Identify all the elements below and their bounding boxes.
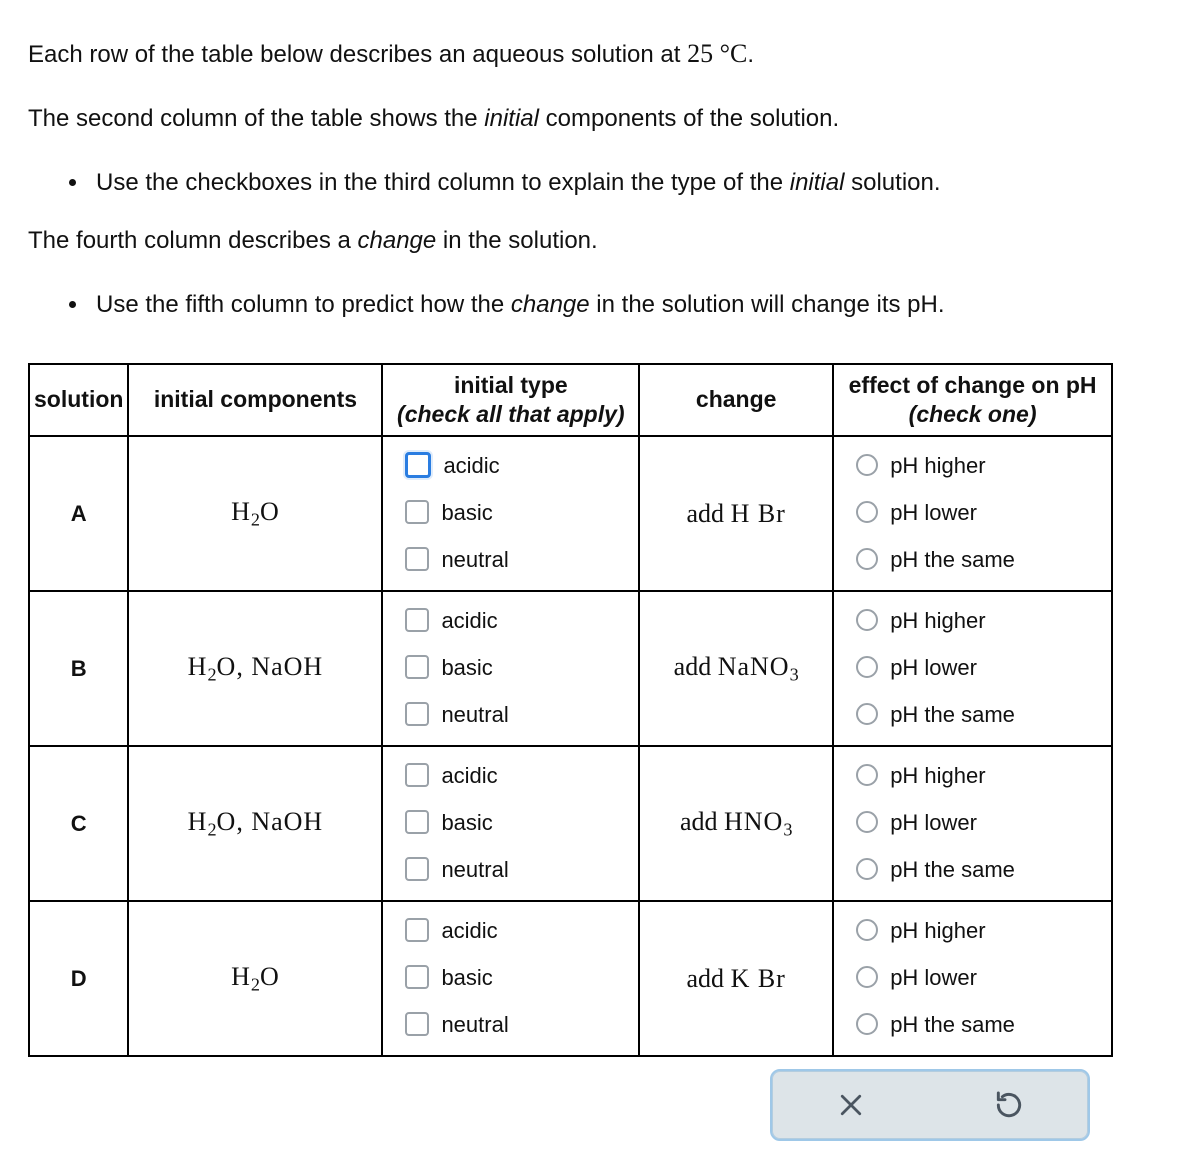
th-type-main: initial type bbox=[454, 372, 568, 398]
close-icon[interactable] bbox=[836, 1090, 866, 1120]
radio-A-lower[interactable] bbox=[856, 501, 878, 523]
instr-bullet2b: in the solution will change its pH. bbox=[590, 291, 945, 318]
checkbox-B-neutral[interactable] bbox=[405, 702, 429, 726]
label-same: pH the same bbox=[890, 853, 1015, 886]
radio-A-higher[interactable] bbox=[856, 454, 878, 476]
table-row: B H2O, NaOH acidic basic neutral add NaN… bbox=[29, 591, 1112, 746]
label-acidic: acidic bbox=[441, 604, 497, 637]
th-solution: solution bbox=[29, 364, 128, 436]
solution-id-C: C bbox=[29, 746, 128, 901]
undo-icon[interactable] bbox=[993, 1089, 1025, 1121]
checkbox-B-acidic[interactable] bbox=[405, 608, 429, 632]
instr-bullet1-italic: initial bbox=[790, 169, 845, 196]
label-lower: pH lower bbox=[890, 496, 977, 529]
th-effect: effect of change on pH (check one) bbox=[833, 364, 1112, 436]
radio-B-lower[interactable] bbox=[856, 656, 878, 678]
th-effect-sub: (check one) bbox=[838, 400, 1107, 429]
checkbox-D-neutral[interactable] bbox=[405, 1012, 429, 1036]
checkbox-C-basic[interactable] bbox=[405, 810, 429, 834]
components-A: H2O bbox=[128, 436, 382, 591]
instr-line3a: The fourth column describes a bbox=[28, 227, 358, 254]
solution-table: solution initial components initial type… bbox=[28, 363, 1113, 1057]
checkbox-A-neutral[interactable] bbox=[405, 547, 429, 571]
instr-bullet1a: Use the checkboxes in the third column t… bbox=[96, 169, 790, 196]
label-basic: basic bbox=[441, 806, 492, 839]
th-components: initial components bbox=[128, 364, 382, 436]
instr-bullet2-italic: change bbox=[511, 291, 590, 318]
change-C: add HNO3 bbox=[639, 746, 833, 901]
radio-B-same[interactable] bbox=[856, 703, 878, 725]
label-same: pH the same bbox=[890, 543, 1015, 576]
label-acidic: acidic bbox=[443, 449, 499, 482]
instr-line3b: in the solution. bbox=[436, 227, 597, 254]
th-type: initial type (check all that apply) bbox=[382, 364, 639, 436]
instr-line2a: The second column of the table shows the bbox=[28, 105, 484, 132]
instr-bullet2a: Use the fifth column to predict how the bbox=[96, 291, 511, 318]
label-basic: basic bbox=[441, 651, 492, 684]
radio-C-lower[interactable] bbox=[856, 811, 878, 833]
instr-bullet1b: solution. bbox=[844, 169, 940, 196]
label-basic: basic bbox=[441, 496, 492, 529]
radio-C-same[interactable] bbox=[856, 858, 878, 880]
checkbox-A-acidic[interactable] bbox=[405, 452, 431, 478]
label-neutral: neutral bbox=[441, 543, 508, 576]
radio-A-same[interactable] bbox=[856, 548, 878, 570]
label-lower: pH lower bbox=[890, 806, 977, 839]
th-change: change bbox=[639, 364, 833, 436]
change-B: add NaNO3 bbox=[639, 591, 833, 746]
table-row: D H2O acidic basic neutral add K Br pH h… bbox=[29, 901, 1112, 1056]
checkbox-A-basic[interactable] bbox=[405, 500, 429, 524]
instr-line1a: Each row of the table below describes an… bbox=[28, 41, 687, 68]
components-D: H2O bbox=[128, 901, 382, 1056]
checkbox-C-acidic[interactable] bbox=[405, 763, 429, 787]
label-basic: basic bbox=[441, 961, 492, 994]
radio-D-same[interactable] bbox=[856, 1013, 878, 1035]
table-row: C H2O, NaOH acidic basic neutral add HNO… bbox=[29, 746, 1112, 901]
components-B: H2O, NaOH bbox=[128, 591, 382, 746]
instr-line1-temp: 25 °C bbox=[687, 39, 747, 68]
action-bar bbox=[770, 1069, 1090, 1141]
label-higher: pH higher bbox=[890, 604, 985, 637]
label-same: pH the same bbox=[890, 698, 1015, 731]
solution-id-B: B bbox=[29, 591, 128, 746]
solution-id-D: D bbox=[29, 901, 128, 1056]
checkbox-D-acidic[interactable] bbox=[405, 918, 429, 942]
components-C: H2O, NaOH bbox=[128, 746, 382, 901]
label-lower: pH lower bbox=[890, 961, 977, 994]
instr-line3-italic: change bbox=[358, 227, 437, 254]
radio-B-higher[interactable] bbox=[856, 609, 878, 631]
th-effect-main: effect of change on pH bbox=[849, 372, 1097, 398]
solution-id-A: A bbox=[29, 436, 128, 591]
label-same: pH the same bbox=[890, 1008, 1015, 1041]
instr-line2b: components of the solution. bbox=[539, 105, 839, 132]
th-type-sub: (check all that apply) bbox=[387, 400, 634, 429]
instr-line1b: . bbox=[747, 41, 754, 68]
checkbox-B-basic[interactable] bbox=[405, 655, 429, 679]
change-D: add K Br bbox=[639, 901, 833, 1056]
table-row: A H2O acidic basic neutral add H Br pH h… bbox=[29, 436, 1112, 591]
label-acidic: acidic bbox=[441, 759, 497, 792]
label-neutral: neutral bbox=[441, 698, 508, 731]
label-neutral: neutral bbox=[441, 853, 508, 886]
label-higher: pH higher bbox=[890, 759, 985, 792]
instr-line2-italic: initial bbox=[484, 105, 539, 132]
checkbox-D-basic[interactable] bbox=[405, 965, 429, 989]
radio-D-higher[interactable] bbox=[856, 919, 878, 941]
label-higher: pH higher bbox=[890, 449, 985, 482]
radio-D-lower[interactable] bbox=[856, 966, 878, 988]
label-acidic: acidic bbox=[441, 914, 497, 947]
label-higher: pH higher bbox=[890, 914, 985, 947]
instructions-block: Each row of the table below describes an… bbox=[28, 34, 1172, 323]
label-lower: pH lower bbox=[890, 651, 977, 684]
checkbox-C-neutral[interactable] bbox=[405, 857, 429, 881]
radio-C-higher[interactable] bbox=[856, 764, 878, 786]
change-A: add H Br bbox=[639, 436, 833, 591]
label-neutral: neutral bbox=[441, 1008, 508, 1041]
